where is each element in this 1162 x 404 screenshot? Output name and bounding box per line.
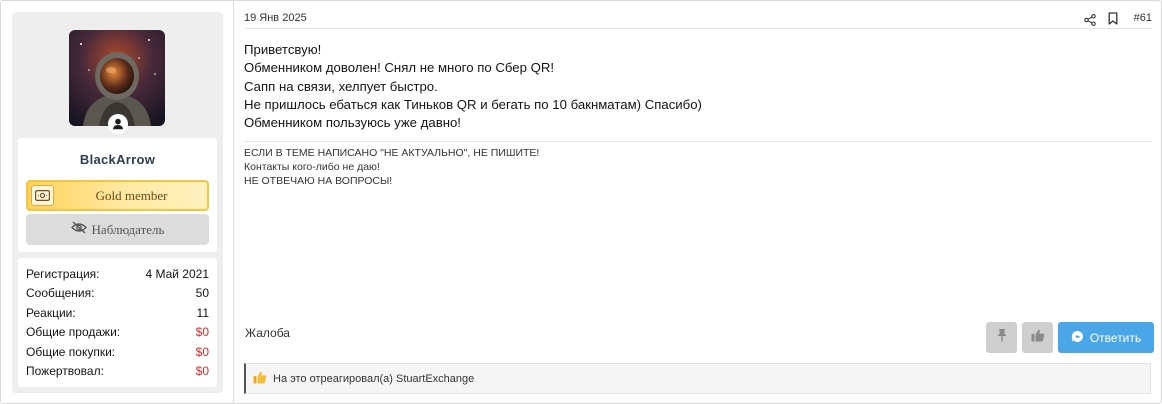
stat-label: Регистрация:: [26, 267, 100, 281]
thumbs-up-reaction-icon: [253, 370, 267, 387]
stat-value: $0: [195, 344, 209, 359]
user-rank-label: Gold member: [95, 188, 168, 203]
stat-value: 4 Май 2021: [145, 267, 209, 281]
reactions-bar[interactable]: На это отреагировал(а) StuartExchange: [244, 363, 1151, 394]
stat-row-donated: Пожертвовал: $0: [26, 363, 209, 382]
post-body: Приветсвую! Обменником доволен! Снял не …: [244, 41, 1144, 132]
reply-button[interactable]: Ответить: [1058, 322, 1154, 353]
user-stats: Регистрация: 4 Май 2021 Сообщения: 50 Ре…: [18, 258, 217, 387]
user-rank-banner: Gold member: [26, 180, 209, 211]
user-card: BlackArrow Gold member Наблюдатель: [18, 138, 217, 252]
stat-value: $0: [195, 325, 209, 340]
stat-label: Пожертвовал:: [26, 363, 104, 378]
signature-line: Контакты кого-либо не даю!: [244, 161, 380, 173]
bookmark-icon[interactable]: [1108, 12, 1118, 30]
post-date[interactable]: 19 Янв 2025: [244, 12, 307, 24]
signature-line: ЕСЛИ В ТЕМЕ НАПИСАНО "НЕ АКТУАЛЬНО", НЕ …: [244, 147, 540, 159]
stat-value: $0: [195, 363, 209, 378]
money-icon: [31, 185, 54, 206]
pin-button[interactable]: [986, 322, 1017, 353]
stat-label: Общие продажи:: [26, 325, 121, 340]
like-button[interactable]: [1022, 322, 1053, 353]
user-signature: ЕСЛИ В ТЕМЕ НАПИСАНО "НЕ АКТУАЛЬНО", НЕ …: [244, 146, 539, 188]
forum-post: BlackArrow Gold member Наблюдатель Регис…: [0, 0, 1162, 404]
report-link[interactable]: Жалоба: [245, 326, 290, 340]
reply-label: Ответить: [1089, 330, 1142, 345]
online-status-icon: [108, 114, 128, 134]
stat-label: Общие покупки:: [26, 344, 116, 359]
stat-row-total-purchases: Общие покупки: $0: [26, 344, 209, 363]
stat-label: Сообщения:: [26, 286, 95, 301]
reply-icon: [1071, 330, 1084, 346]
post-line: Обменником доволен! Снял не много по Сбе…: [244, 60, 555, 76]
post-line: Не пришлось ебаться как Тиньков QR и бег…: [244, 96, 702, 112]
stat-row-registration: Регистрация: 4 Май 2021: [26, 266, 209, 285]
post-header: 19 Янв 2025 #61: [244, 11, 1152, 29]
watcher-label: Наблюдатель: [91, 221, 165, 237]
post-main: 19 Янв 2025 #61 Приветсвую! Обменником д…: [234, 1, 1161, 403]
watcher-badge: Наблюдатель: [26, 214, 209, 245]
post-number[interactable]: #61: [1134, 12, 1152, 24]
signature-divider: [244, 141, 1152, 142]
stat-value: 11: [196, 305, 209, 320]
post-line: Обменником пользуюсь уже давно!: [244, 115, 461, 131]
thumbs-up-icon: [1031, 329, 1045, 347]
pin-icon: [996, 328, 1008, 347]
post-line: Приветсвую!: [244, 42, 322, 57]
stat-row-total-sales: Общие продажи: $0: [26, 324, 209, 343]
share-icon[interactable]: [1084, 13, 1096, 31]
username[interactable]: BlackArrow: [18, 152, 217, 167]
reactions-text: На это отреагировал(а) StuartExchange: [273, 372, 475, 385]
eye-slash-icon: [70, 221, 87, 239]
avatar[interactable]: [69, 30, 165, 126]
stat-label: Реакции:: [26, 305, 76, 320]
post-line: Сапп на связи, хелпует быстро.: [244, 78, 438, 94]
user-sidebar: BlackArrow Gold member Наблюдатель Регис…: [1, 1, 234, 403]
stat-value: 50: [195, 286, 209, 301]
signature-line: НЕ ОТВЕЧАЮ НА ВОПРОСЫ!: [244, 175, 393, 187]
stat-row-reactions: Реакции: 11: [26, 305, 209, 324]
stat-row-messages: Сообщения: 50: [26, 285, 209, 304]
